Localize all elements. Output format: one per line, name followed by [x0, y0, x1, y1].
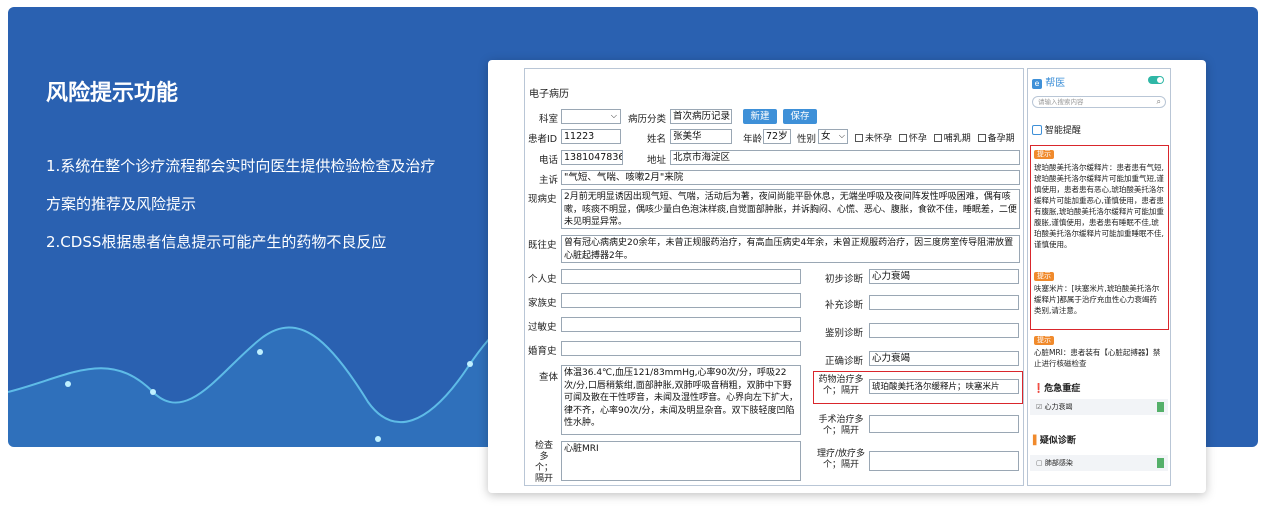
- alert-text: 呋塞米片：[呋塞米片,琥珀酸美托洛尔缓释片]都属于治疗充血性心力衰竭药类别,请注…: [1034, 284, 1160, 315]
- feature-description-2: 2.CDSS根据患者信息提示可能产生的药物不良反应: [46, 233, 387, 251]
- alert-card: 提示 呋塞米片：[呋塞米片,琥珀酸美托洛尔缓释片]都属于治疗充血性心力衰竭药类别…: [1034, 271, 1164, 316]
- address-field[interactable]: 北京市海淀区: [670, 150, 1020, 165]
- differential-diagnosis-field[interactable]: [869, 323, 1019, 338]
- suspect-header: ▌疑似诊断: [1033, 436, 1076, 446]
- name-field[interactable]: 张美华: [670, 129, 732, 144]
- age-label: 年龄: [743, 134, 763, 145]
- record-type-label: 病历分类: [628, 114, 667, 125]
- doc-icon[interactable]: [1157, 402, 1164, 412]
- surgery-treatment-field[interactable]: [869, 415, 1019, 433]
- feature-description-1: 1.系统在整个诊疗流程都会实时向医生提供检验检查及治疗方案的推荐及风险提示: [46, 157, 436, 213]
- checkbox[interactable]: [898, 134, 907, 142]
- supplementary-diagnosis-label: 补充诊断: [825, 300, 864, 311]
- phone-field[interactable]: 13810478366: [561, 150, 623, 165]
- brand-icon: e: [1032, 79, 1042, 89]
- dept-label: 科室: [539, 114, 559, 125]
- brand-logo: e 帮医: [1032, 74, 1065, 89]
- emr-form: 电子病历 科室 ⌵ 病历分类 首次病历记录 新建 保存 患者ID 11223 姓…: [524, 68, 1024, 486]
- past-history-label: 既往史: [528, 240, 557, 251]
- patient-id-label: 患者ID: [528, 134, 558, 145]
- present-illness-field[interactable]: 2月前无明显诱因出现气短、气喘，活动后为著，夜间尚能平卧休息，无端坐呼吸及夜间阵…: [561, 189, 1020, 229]
- physio-treatment-field[interactable]: [869, 451, 1019, 471]
- emr-heading: 电子病历: [529, 89, 569, 100]
- name-label: 姓名: [647, 134, 667, 145]
- warning-icon: ❗: [1033, 384, 1045, 394]
- search-input[interactable]: 请输入搜索内容 ⌕: [1032, 96, 1166, 108]
- alert-text: 心脏MRI：患者装有【心脏起搏器】禁止进行核磁检查: [1034, 348, 1161, 368]
- page-title: 风险提示功能: [46, 81, 179, 106]
- marriage-history-label: 婚育史: [528, 346, 557, 357]
- patient-id-field[interactable]: 11223: [561, 129, 621, 144]
- alert-card: 提示 琥珀酸美托洛尔缓释片：患者患有气短,琥珀酸美托洛尔缓释片可能加重气短,谨慎…: [1034, 149, 1164, 250]
- cdss-sidebar: e 帮医 请输入搜索内容 ⌕ 智能提醒 提示 琥珀酸美托洛尔缓释片：患者患有气短…: [1027, 68, 1171, 486]
- suspect-item[interactable]: ▢ 肺部感染: [1030, 455, 1168, 471]
- phone-label: 电话: [539, 155, 559, 166]
- doc-icon[interactable]: [1157, 458, 1164, 468]
- chevron-down-icon: ⌵: [838, 131, 845, 140]
- complaint-field[interactable]: "气短、气喘、咳嗽2月"来院: [561, 170, 1020, 185]
- save-button[interactable]: 保存: [783, 109, 817, 124]
- differential-diagnosis-label: 鉴别诊断: [825, 328, 864, 339]
- check-label: 检查多个；隔开: [534, 441, 553, 484]
- drug-treatment-field[interactable]: 琥珀酸美托洛尔缓释片；呋塞米片: [869, 379, 1019, 394]
- dept-select[interactable]: ⌵: [561, 109, 621, 124]
- toggle-switch[interactable]: [1148, 76, 1164, 84]
- physical-exam-field[interactable]: 体温36.4℃,血压121/83mmHg,心率90次/分，呼吸22次/分,口唇稍…: [561, 365, 801, 435]
- allergy-history-label: 过敏史: [528, 322, 557, 333]
- personal-history-label: 个人史: [528, 274, 557, 285]
- address-label: 地址: [647, 155, 667, 166]
- marriage-history-field[interactable]: [561, 341, 801, 356]
- drug-treatment-label: 药物治疗多个；隔开: [818, 375, 864, 396]
- confirmed-diagnosis-label: 正确诊断: [825, 356, 864, 367]
- family-history-field[interactable]: [561, 293, 801, 308]
- critical-item[interactable]: ☑ 心力衰竭: [1030, 399, 1168, 415]
- age-field[interactable]: 72岁: [763, 129, 791, 144]
- emr-screenshot: 电子病历 科室 ⌵ 病历分类 首次病历记录 新建 保存 患者ID 11223 姓…: [488, 60, 1206, 493]
- checkbox[interactable]: [977, 134, 986, 142]
- record-type-field[interactable]: 首次病历记录: [670, 109, 732, 124]
- family-history-label: 家族史: [528, 298, 557, 309]
- alert-card: 提示 心脏MRI：患者装有【心脏起搏器】禁止进行核磁检查: [1034, 335, 1164, 369]
- check-icon: ☑: [1036, 403, 1043, 411]
- past-history-field[interactable]: 曾有冠心病病史20余年，未曾正规服药治疗，有高血压病史4年余，未曾正规服药治疗，…: [561, 235, 1020, 263]
- search-icon[interactable]: ⌕: [1157, 97, 1161, 107]
- critical-header: ❗危急重症: [1033, 384, 1081, 394]
- checkbox[interactable]: [933, 134, 942, 142]
- complaint-label: 主诉: [539, 175, 559, 186]
- alert-text: 琥珀酸美托洛尔缓释片：患者患有气短,琥珀酸美托洛尔缓释片可能加重气短,谨慎使用，…: [1034, 163, 1164, 249]
- reminder-icon: [1032, 125, 1042, 135]
- smart-reminder-header: 智能提醒: [1032, 123, 1081, 136]
- square-icon: ▢: [1036, 459, 1043, 467]
- surgery-treatment-label: 手术治疗多个；隔开: [818, 415, 864, 436]
- initial-diagnosis-field[interactable]: 心力衰竭: [869, 269, 1019, 284]
- question-icon: ▌: [1033, 436, 1040, 446]
- allergy-history-field[interactable]: [561, 317, 801, 332]
- initial-diagnosis-label: 初步诊断: [825, 274, 864, 285]
- present-illness-label: 现病史: [528, 194, 557, 205]
- physio-treatment-label: 理疗/放疗多个；隔开: [816, 449, 866, 470]
- chevron-down-icon: ⌵: [610, 111, 617, 120]
- tip-tag: 提示: [1034, 150, 1054, 159]
- new-button[interactable]: 新建: [743, 109, 777, 124]
- physical-exam-label: 查体: [539, 372, 559, 383]
- confirmed-diagnosis-field[interactable]: 心力衰竭: [869, 351, 1019, 366]
- check-field[interactable]: 心脏MRI: [561, 441, 801, 481]
- sex-label: 性别: [797, 134, 817, 145]
- supplementary-diagnosis-field[interactable]: [869, 295, 1019, 310]
- checkbox[interactable]: [855, 134, 863, 142]
- personal-history-field[interactable]: [561, 269, 801, 284]
- sex-select[interactable]: 女 ⌵: [818, 129, 848, 144]
- pregnancy-checks[interactable]: 未怀孕 怀孕 哺乳期 备孕期: [855, 131, 1015, 144]
